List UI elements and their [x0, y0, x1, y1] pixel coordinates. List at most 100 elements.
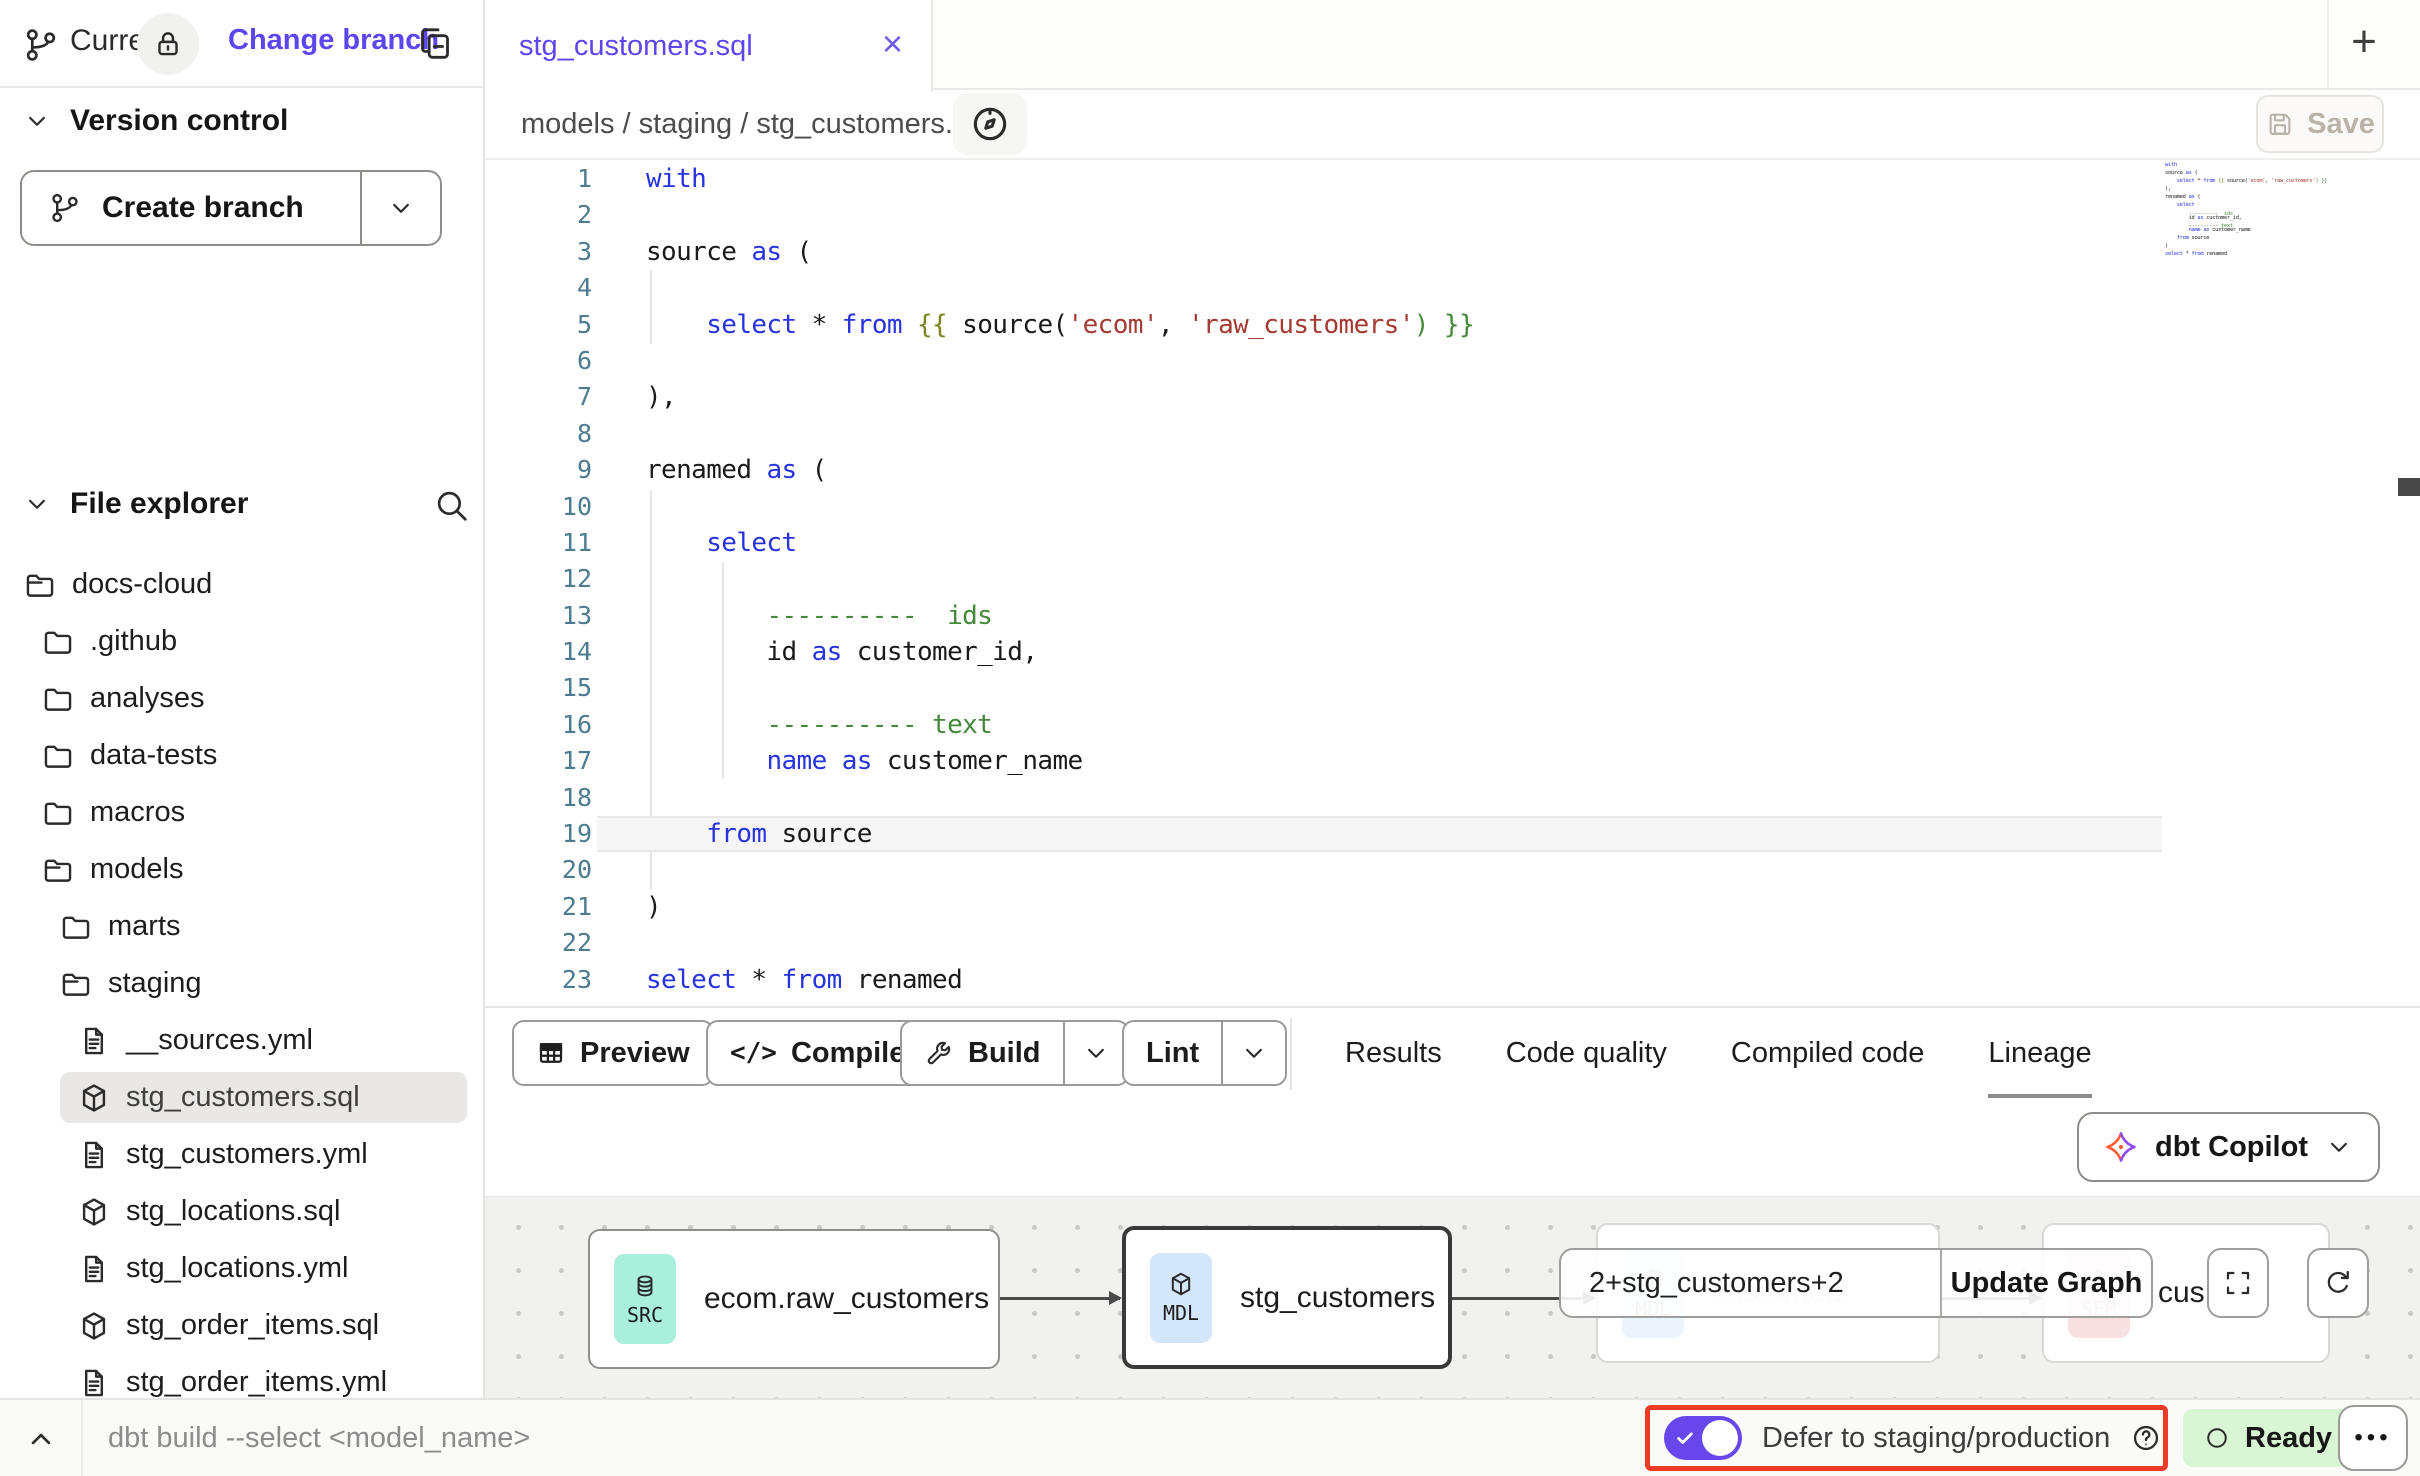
tab-lineage[interactable]: Lineage — [1988, 1008, 2091, 1100]
create-branch-button[interactable]: Create branch — [20, 170, 442, 246]
code-line-5[interactable]: 5 select * from {{ source('ecom', 'raw_c… — [485, 307, 2420, 343]
build-dropdown[interactable] — [1063, 1022, 1127, 1084]
line-number: 9 — [485, 452, 592, 488]
file-tree-item-stg_customers.yml[interactable]: stg_customers.yml — [0, 1126, 483, 1183]
kebab-menu-button[interactable]: ••• — [2338, 1405, 2408, 1471]
preview-button[interactable]: Preview — [512, 1020, 714, 1086]
create-branch-main[interactable]: Create branch — [22, 172, 362, 244]
lint-button[interactable]: Lint — [1122, 1020, 1287, 1086]
change-branch-link[interactable]: Change branch — [228, 24, 439, 57]
code-line-8[interactable]: 8 — [485, 416, 2420, 452]
branch-lock-badge — [137, 13, 199, 75]
save-button[interactable]: Save — [2256, 95, 2384, 153]
file-tree-item-marts[interactable]: marts — [0, 898, 483, 955]
version-control-section[interactable]: Version control — [22, 104, 288, 138]
code-line-15[interactable]: 15 — [485, 670, 2420, 706]
code-text: with — [646, 161, 706, 197]
refresh-icon — [2322, 1267, 2354, 1299]
folder-icon — [59, 910, 93, 944]
lineage-canvas[interactable]: SRC ecom.raw_customers MDL stg_customers… — [485, 1196, 2420, 1398]
file-tree-item-docs-cloud[interactable]: docs-cloud — [0, 556, 483, 613]
file-tree-item-.github[interactable]: .github — [0, 613, 483, 670]
tab-results[interactable]: Results — [1345, 1008, 1442, 1100]
code-line-14[interactable]: 14 id as customer_id, — [485, 634, 2420, 670]
lineage-selector-input[interactable]: 2+stg_customers+2 — [1589, 1250, 1844, 1316]
build-label: Build — [968, 1037, 1041, 1070]
file-tree-item-macros[interactable]: macros — [0, 784, 483, 841]
new-tab-button[interactable]: + — [2336, 14, 2392, 70]
file-tree-item-__sources.yml[interactable]: __sources.yml — [0, 1012, 483, 1069]
line-number: 22 — [485, 925, 592, 961]
line-number: 3 — [485, 234, 592, 270]
code-line-6[interactable]: 6 — [485, 343, 2420, 379]
minimap[interactable]: withsource as ( select * from {{ source(… — [2165, 163, 2365, 256]
ide-action-button[interactable] — [953, 93, 1027, 155]
code-line-1[interactable]: 1with — [485, 161, 2420, 197]
code-lines[interactable]: 1with23source as (45 select * from {{ so… — [485, 161, 2420, 998]
tab-strip-divider — [2327, 0, 2329, 88]
line-number: 2 — [485, 197, 592, 233]
tab-compiled-code[interactable]: Compiled code — [1731, 1008, 1924, 1100]
code-line-11[interactable]: 11 select — [485, 525, 2420, 561]
close-icon[interactable]: × — [882, 20, 903, 68]
file-tree-item-staging[interactable]: staging — [0, 955, 483, 1012]
code-line-9[interactable]: 9 renamed as ( — [485, 452, 2420, 488]
defer-label: Defer to staging/production — [1762, 1422, 2110, 1455]
code-line-21[interactable]: 21) — [485, 889, 2420, 925]
create-branch-dropdown[interactable] — [362, 172, 440, 244]
file-tree-item-analyses[interactable]: analyses — [0, 670, 483, 727]
code-line-16[interactable]: 16 ---------- text — [485, 707, 2420, 743]
code-line-7[interactable]: 7), — [485, 379, 2420, 415]
build-button[interactable]: Build — [900, 1020, 1129, 1086]
code-line-10[interactable]: 10 — [485, 489, 2420, 525]
dbt-copilot-button[interactable]: dbt Copilot — [2077, 1112, 2380, 1182]
update-graph-button[interactable]: Update Graph — [1942, 1250, 2151, 1316]
version-control-header: Version control — [70, 104, 288, 138]
file-tree-item-models[interactable]: models — [0, 841, 483, 898]
search-icon[interactable] — [432, 486, 470, 524]
code-line-19[interactable]: 19 from source — [485, 816, 2420, 852]
fullscreen-button[interactable] — [2207, 1248, 2269, 1318]
file-tree-item-label: stg_locations.yml — [126, 1252, 348, 1285]
code-line-3[interactable]: 3source as ( — [485, 234, 2420, 270]
code-line-23[interactable]: 23select * from renamed — [485, 962, 2420, 998]
code-line-18[interactable]: 18 — [485, 780, 2420, 816]
code-editor[interactable]: 1with23source as (45 select * from {{ so… — [485, 160, 2420, 1006]
defer-toggle[interactable] — [1664, 1416, 1742, 1460]
tab-stg-customers-sql[interactable]: stg_customers.sql × — [485, 0, 933, 92]
code-icon: </> — [730, 1038, 777, 1068]
file-tree-item-stg_locations.sql[interactable]: stg_locations.sql — [0, 1183, 483, 1240]
file-tree-item-data-tests[interactable]: data-tests — [0, 727, 483, 784]
copy-icon[interactable] — [415, 24, 455, 64]
file-tree-item-stg_locations.yml[interactable]: stg_locations.yml — [0, 1240, 483, 1297]
lint-dropdown[interactable] — [1221, 1022, 1285, 1084]
refresh-button[interactable] — [2307, 1248, 2369, 1318]
preview-label: Preview — [580, 1037, 690, 1070]
lineage-node-stg-customers[interactable]: MDL stg_customers — [1122, 1226, 1452, 1369]
code-line-12[interactable]: 12 — [485, 561, 2420, 597]
lint-label: Lint — [1146, 1037, 1199, 1070]
file-tree-item-stg_order_items.sql[interactable]: stg_order_items.sql — [0, 1297, 483, 1354]
line-number: 18 — [485, 780, 592, 816]
code-line-13[interactable]: 13 ---------- ids — [485, 598, 2420, 634]
file-tree-item-stg_customers.sql[interactable]: stg_customers.sql — [0, 1069, 483, 1126]
compile-button[interactable]: </> Compile — [706, 1020, 929, 1086]
code-line-2[interactable]: 2 — [485, 197, 2420, 233]
file-tree-item-label: data-tests — [90, 739, 217, 772]
tab-code-quality[interactable]: Code quality — [1506, 1008, 1667, 1100]
command-input[interactable]: dbt build --select <model_name> — [108, 1400, 530, 1476]
chevron-up-icon[interactable] — [22, 1420, 60, 1458]
code-text: renamed as ( — [646, 452, 827, 488]
code-line-20[interactable]: 20 — [485, 852, 2420, 888]
help-icon[interactable] — [2130, 1422, 2162, 1454]
code-line-17[interactable]: 17 name as customer_name — [485, 743, 2420, 779]
lineage-node-source[interactable]: SRC ecom.raw_customers — [588, 1229, 1000, 1369]
model-icon — [77, 1309, 111, 1343]
code-line-4[interactable]: 4 — [485, 270, 2420, 306]
file-explorer-section[interactable]: File explorer — [22, 487, 248, 521]
code-line-22[interactable]: 22 — [485, 925, 2420, 961]
editor-scrollbar-thumb[interactable] — [2398, 478, 2420, 496]
file-tree-item-label: marts — [108, 910, 181, 943]
line-number: 17 — [485, 743, 592, 779]
code-text: ---------- ids — [646, 598, 992, 634]
